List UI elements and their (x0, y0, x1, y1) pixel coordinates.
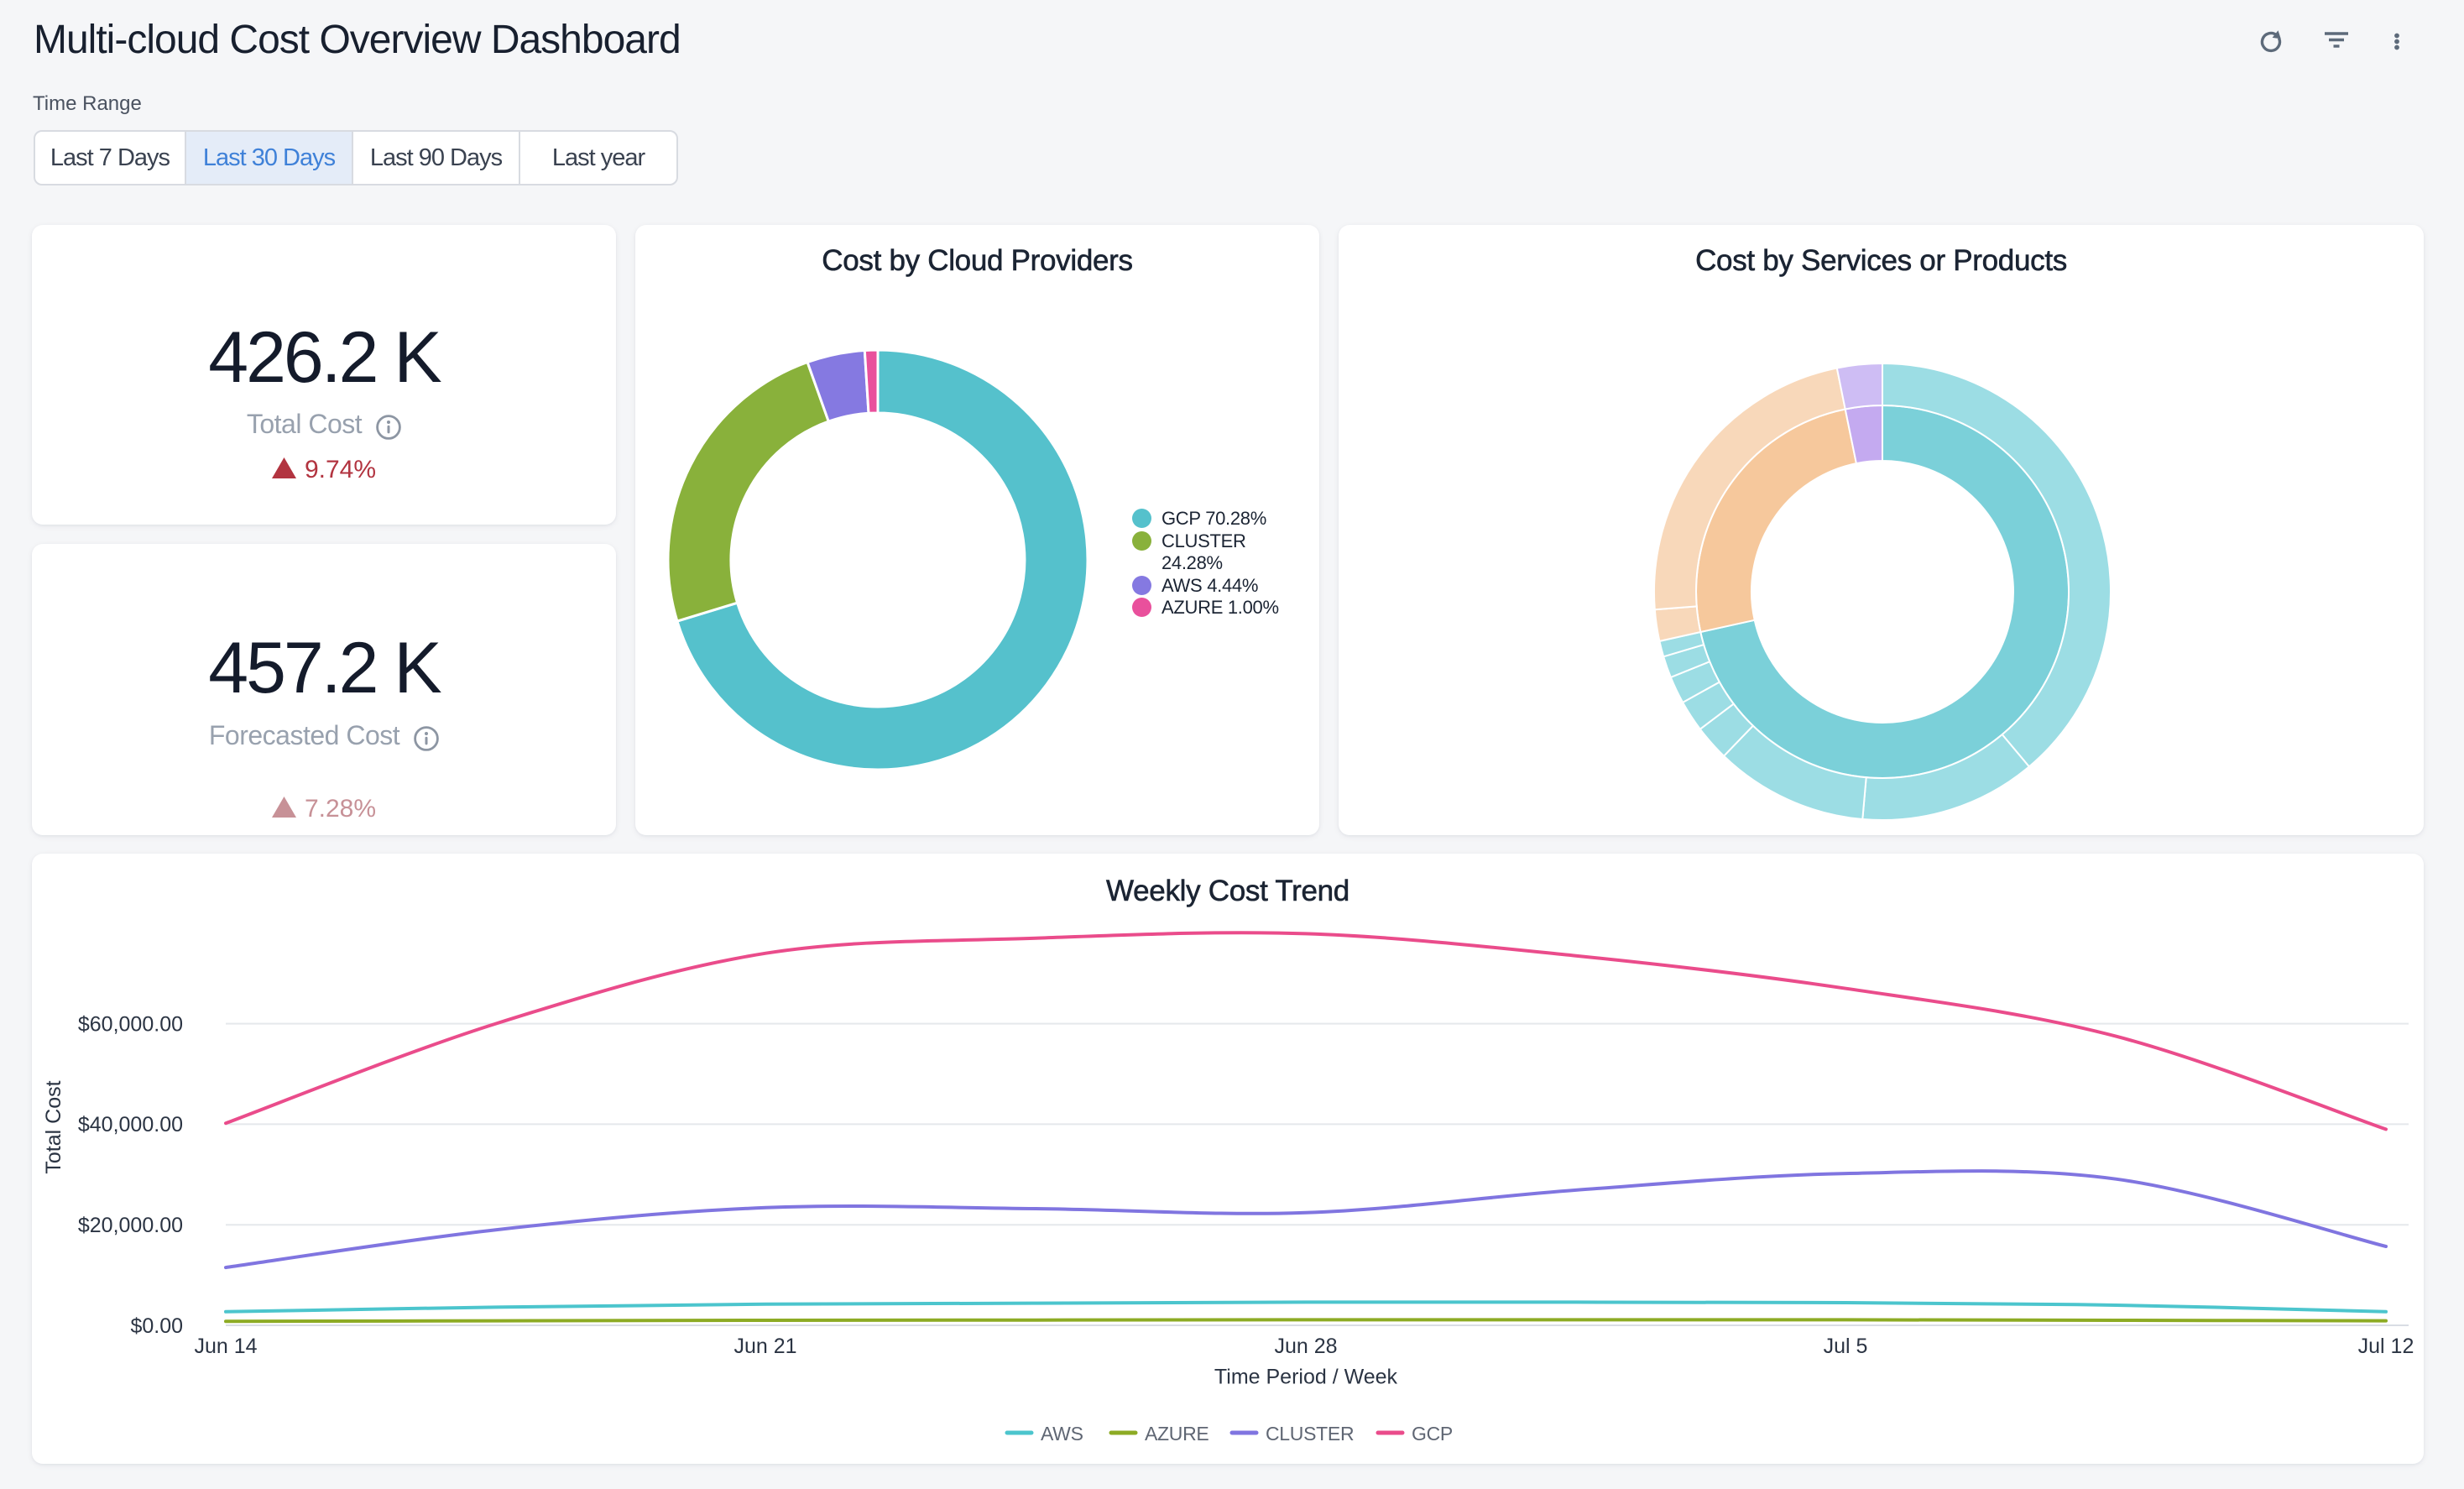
svg-text:Jul 12: Jul 12 (2358, 1335, 2414, 1358)
svg-text:Time Period / Week: Time Period / Week (1214, 1366, 1398, 1389)
svg-text:Jun 28: Jun 28 (1274, 1335, 1337, 1358)
svg-text:AZURE: AZURE (1145, 1423, 1209, 1445)
svg-text:$40,000.00: $40,000.00 (78, 1113, 183, 1136)
svg-text:Jun 14: Jun 14 (194, 1335, 257, 1358)
svg-text:Jul 5: Jul 5 (1824, 1335, 1868, 1358)
svg-text:Jun 21: Jun 21 (733, 1335, 796, 1358)
svg-text:CLUSTER: CLUSTER (1266, 1423, 1354, 1445)
svg-text:AWS: AWS (1041, 1423, 1083, 1445)
svg-text:GCP: GCP (1412, 1423, 1453, 1445)
svg-text:$0.00: $0.00 (130, 1314, 183, 1338)
svg-text:$60,000.00: $60,000.00 (78, 1012, 183, 1036)
svg-text:Total Cost: Total Cost (42, 1080, 65, 1173)
svg-text:$20,000.00: $20,000.00 (78, 1214, 183, 1237)
